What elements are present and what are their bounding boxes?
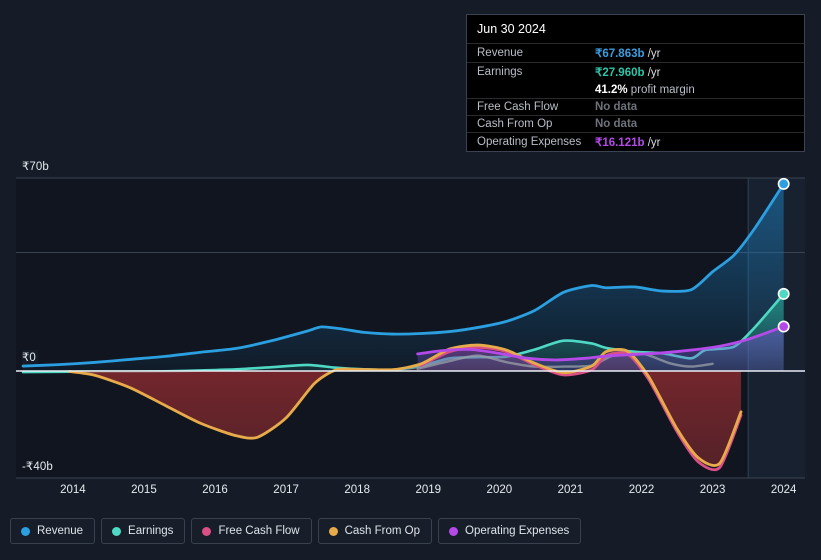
tooltip-row: Cash From Op No data: [467, 115, 804, 132]
legend-item-operating-expenses[interactable]: Operating Expenses: [438, 518, 582, 544]
tooltip-value-unit: /yr: [644, 67, 661, 79]
legend-color-dot: [202, 526, 212, 536]
tooltip-row: Free Cash Flow No data: [467, 98, 804, 115]
x-axis-tick-2017: 2017: [273, 484, 299, 496]
marker-dot: [777, 287, 790, 300]
tooltip-value-amount: ₹16.121b: [595, 137, 645, 149]
tooltip-row: Operating Expenses ₹16.121b /yr: [467, 132, 804, 151]
y-axis-label-top: ₹70b: [22, 161, 49, 173]
tooltip-value-amount: No data: [595, 101, 638, 113]
tooltip-value-unit: /yr: [644, 137, 661, 149]
endpoint-marker-revenue: [777, 177, 790, 190]
y-axis-label-bottom: -₹40b: [22, 461, 53, 473]
legend-color-dot: [449, 526, 459, 536]
tooltip-row-label: Free Cash Flow: [477, 101, 559, 113]
x-axis-tick-2019: 2019: [415, 484, 442, 496]
x-axis-tick-2022: 2022: [628, 484, 655, 496]
x-axis: 2014 2015 2016 2017 2018 2019 2020 2021 2022 2023…: [0, 484, 821, 502]
legend-item-earnings[interactable]: Earnings: [101, 518, 186, 544]
tooltip-row-label: Revenue: [477, 47, 524, 59]
tooltip-row: Earnings ₹27.960b /yr: [467, 62, 804, 81]
data-tooltip: Jun 30 2024 Revenue ₹67.863b /yr Earnings ₹…: [466, 14, 805, 152]
endpoint-marker-earnings: [777, 287, 790, 300]
legend-label: Free Cash Flow: [218, 525, 300, 537]
legend-color-dot: [328, 526, 338, 536]
tooltip-row-value: ₹27.960b /yr: [595, 65, 661, 79]
legend-color-dot: [21, 526, 30, 536]
tooltip-row-label: Cash From Op: [477, 118, 553, 130]
tooltip-value-amount: ₹67.863b: [595, 48, 645, 60]
legend-item-cash-from-op[interactable]: Cash From Op: [317, 518, 433, 544]
tooltip-row-label: Earnings: [477, 66, 523, 78]
tooltip-row: 41.2% profit margin: [467, 81, 804, 98]
tooltip-value-unit: /yr: [644, 48, 661, 60]
chart-legend: Revenue Earnings Free Cash Flow Cash From O…: [10, 518, 582, 544]
marker-dot: [777, 320, 790, 333]
endpoint-marker-operating-expenses: [777, 320, 790, 333]
x-axis-tick-2023: 2023: [699, 484, 726, 496]
legend-label: Earnings: [128, 525, 174, 537]
legend-label: Revenue: [37, 525, 84, 537]
tooltip-rows: Revenue ₹67.863b /yr Earnings ₹27.960b /yr 4…: [467, 43, 804, 151]
tooltip-row-value: 41.2% profit margin: [595, 84, 695, 96]
y-axis-label-zero: ₹0: [22, 350, 38, 364]
tooltip-row-value: No data: [595, 101, 637, 113]
x-axis-tick-2020: 2020: [486, 484, 513, 496]
financial-performance-chart: ₹70b ₹0 -₹40b 2014 2015 2016 2017 2018 2019 20…: [0, 0, 821, 560]
tooltip-row-label: Operating Expenses: [477, 136, 582, 148]
tooltip-row: Revenue ₹67.863b /yr: [467, 43, 804, 62]
tooltip-date: Jun 30 2024: [477, 22, 546, 36]
x-axis-tick-2016: 2016: [202, 484, 228, 496]
legend-label: Cash From Op: [344, 525, 421, 537]
x-axis-tick-2024: 2024: [770, 484, 797, 496]
tooltip-value-amount: No data: [595, 118, 638, 130]
tooltip-value-amount: 41.2%: [595, 83, 628, 96]
x-axis-tick-2021: 2021: [557, 484, 584, 496]
x-axis-tick-2018: 2018: [344, 484, 370, 496]
tooltip-row-value: ₹16.121b /yr: [595, 135, 661, 149]
x-axis-tick-2015: 2015: [131, 484, 157, 496]
marker-dot: [777, 177, 790, 190]
tooltip-value-unit: profit margin: [627, 83, 695, 96]
x-axis-tick-2014: 2014: [60, 484, 86, 496]
legend-color-dot: [112, 526, 122, 536]
tooltip-value-amount: ₹27.960b: [595, 67, 645, 79]
legend-item-free-cash-flow[interactable]: Free Cash Flow: [191, 518, 312, 544]
legend-item-revenue[interactable]: Revenue: [10, 518, 96, 544]
legend-label: Operating Expenses: [465, 525, 570, 537]
tooltip-row-value: No data: [595, 118, 637, 130]
tooltip-row-value: ₹67.863b /yr: [595, 46, 661, 60]
